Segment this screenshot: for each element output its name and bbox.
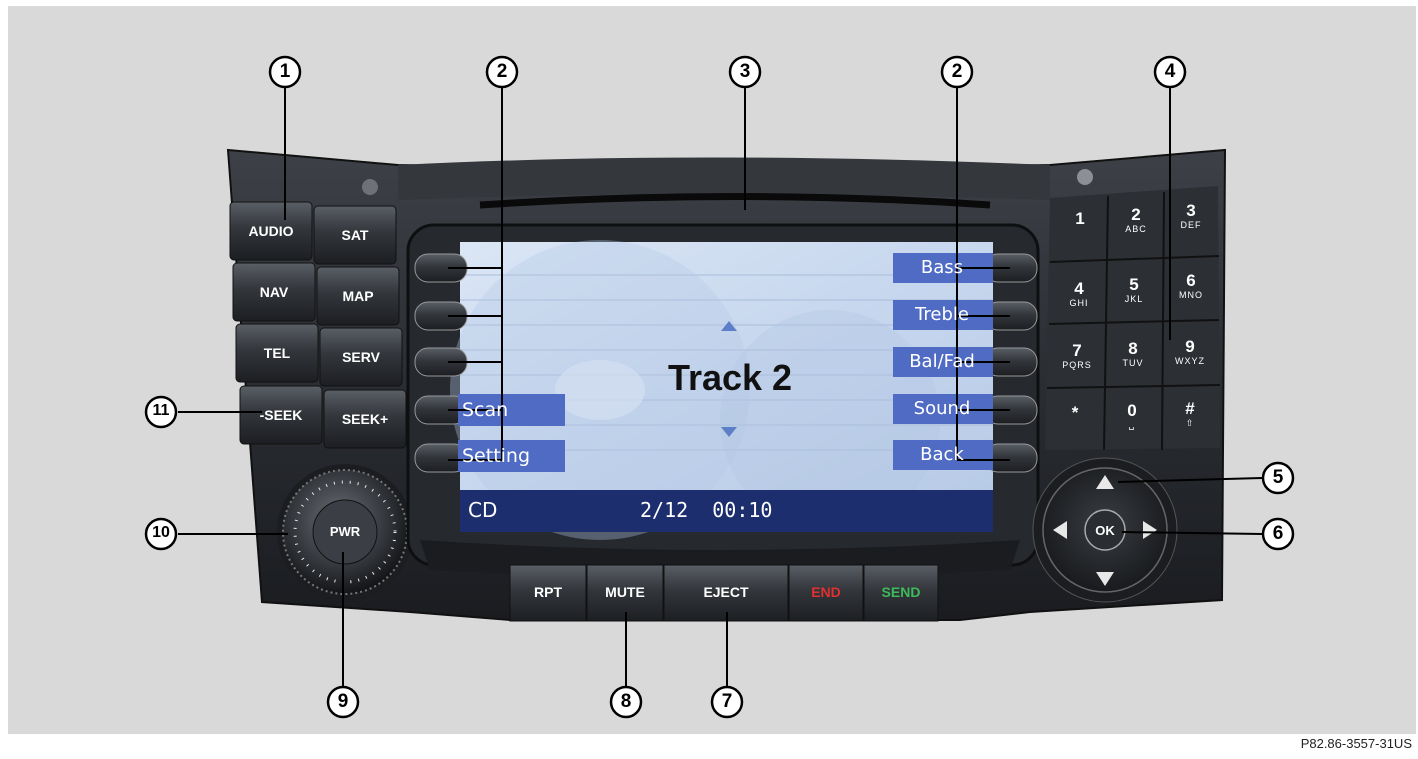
track-progress: 2/12 00:10 [640, 498, 773, 522]
keypad-key-7[interactable]: 7 PQRS [1049, 342, 1105, 371]
callout-2-left: 2 [496, 61, 508, 82]
keypad-key-star[interactable]: * [1047, 404, 1103, 422]
map-button[interactable]: MAP [317, 288, 399, 304]
keypad-key-6[interactable]: 6 MNO [1163, 272, 1219, 301]
send-call-button[interactable]: SEND [864, 584, 938, 600]
track-title: Track 2 [667, 357, 793, 398]
callout-9: 9 [337, 691, 349, 712]
balance-fader-softkey[interactable]: Bal/Fad [895, 351, 989, 372]
serv-button[interactable]: SERV [320, 349, 402, 365]
sound-softkey[interactable]: Sound [895, 398, 989, 419]
callout-11: 11 [152, 402, 170, 419]
callout-10: 10 [152, 524, 170, 541]
callout-4: 4 [1164, 61, 1176, 82]
keypad-key-1[interactable]: 1 [1052, 210, 1108, 228]
end-call-button[interactable]: END [789, 584, 863, 600]
keypad-key-0[interactable]: 0 ␣ [1104, 402, 1160, 431]
back-softkey[interactable]: Back [895, 444, 989, 465]
keypad-key-4[interactable]: 4 GHI [1051, 280, 1107, 309]
audio-button[interactable]: AUDIO [230, 223, 312, 239]
source-label: CD [468, 498, 498, 522]
setting-softkey[interactable]: Setting [462, 445, 530, 467]
keypad-key-5[interactable]: 5 JKL [1106, 276, 1162, 305]
keypad-key-hash[interactable]: # ⇧ [1162, 400, 1218, 429]
radio-diagram: 1 2 3 2 4 5 6 7 8 9 10 11 AUDIO SAT NAV … [0, 0, 1418, 759]
mute-button[interactable]: MUTE [587, 584, 663, 600]
scan-softkey[interactable]: Scan [462, 399, 508, 421]
keypad-key-9[interactable]: 9 WXYZ [1162, 338, 1218, 367]
bass-softkey[interactable]: Bass [895, 257, 989, 278]
tel-button[interactable]: TEL [236, 345, 318, 361]
seek-forward-button[interactable]: SEEK+ [324, 411, 406, 427]
callout-7: 7 [721, 691, 733, 712]
power-knob[interactable]: PWR [313, 524, 377, 539]
repeat-button[interactable]: RPT [510, 584, 586, 600]
callout-5: 5 [1272, 467, 1284, 488]
eject-button[interactable]: EJECT [664, 584, 788, 600]
callout-2-right: 2 [951, 61, 963, 82]
callout-3: 3 [739, 61, 751, 82]
sat-button[interactable]: SAT [314, 227, 396, 243]
callout-8: 8 [620, 691, 632, 712]
treble-softkey[interactable]: Treble [895, 304, 989, 325]
ok-button[interactable]: OK [1085, 523, 1125, 538]
seek-back-button[interactable]: -SEEK [240, 407, 322, 423]
callout-6: 6 [1272, 523, 1284, 544]
reference-code: P82.86-3557-31US [1300, 736, 1412, 751]
keypad-key-8[interactable]: 8 TUV [1105, 340, 1161, 369]
callout-1: 1 [279, 61, 291, 82]
keypad-key-2[interactable]: 2 ABC [1108, 206, 1164, 235]
nav-button[interactable]: NAV [233, 284, 315, 300]
keypad-key-3[interactable]: 3 DEF [1164, 202, 1218, 231]
